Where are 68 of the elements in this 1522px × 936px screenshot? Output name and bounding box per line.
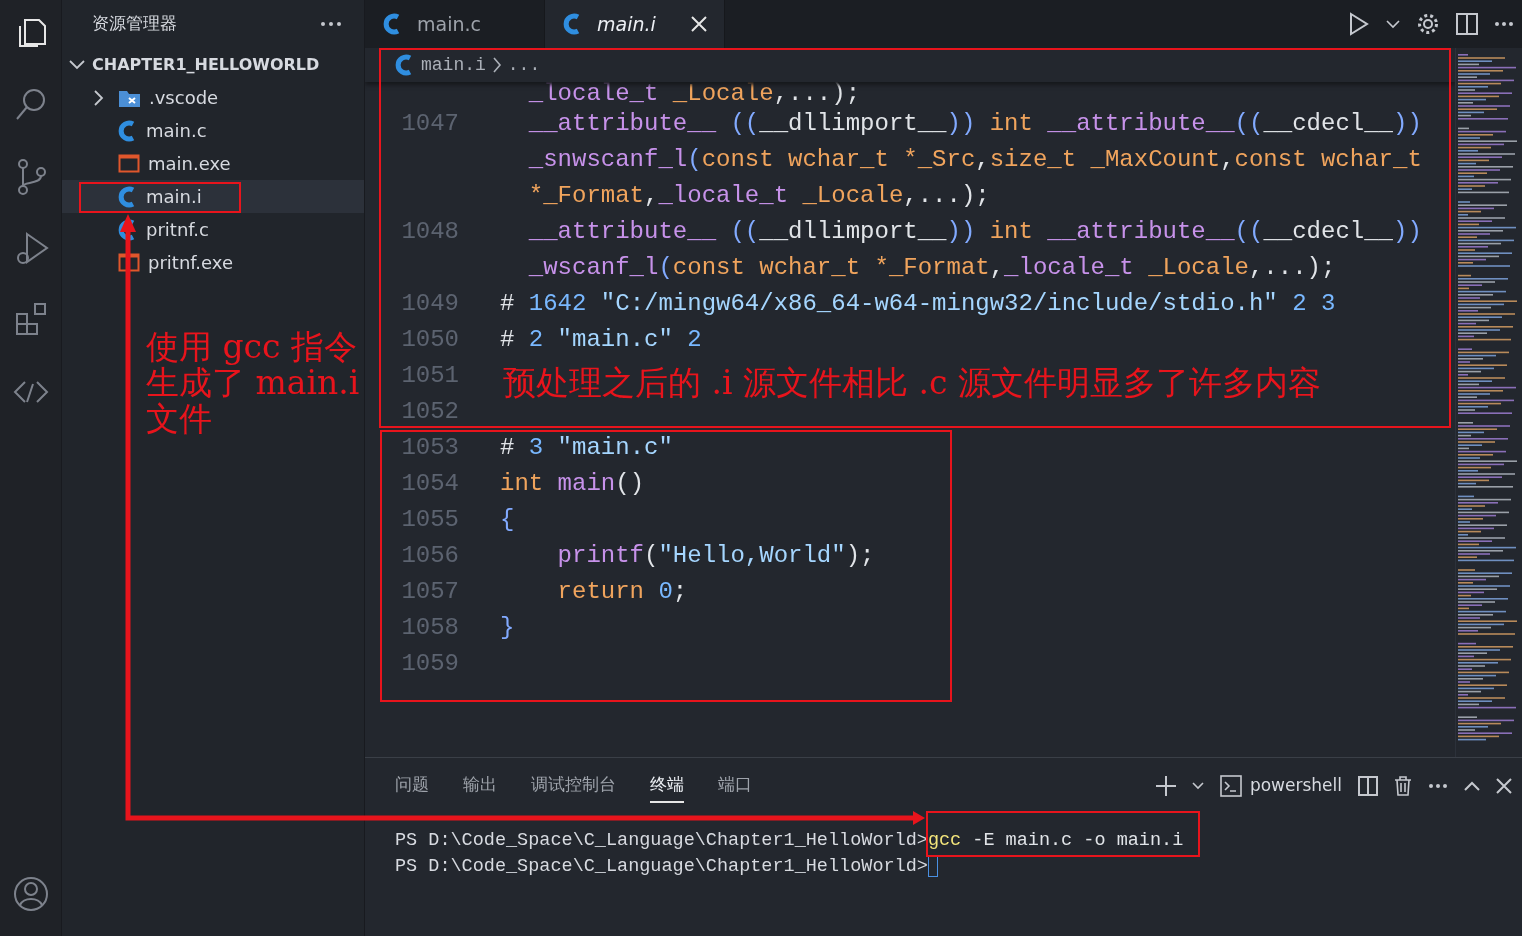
code-line: # 1642 "C:/mingw64/x86_64-w64-mingw32/include/stdio.h" 2 3: [500, 289, 1336, 319]
line-number: 1047: [400, 109, 459, 139]
code-line: _snwscanf_l(const wchar_t *_Src,size_t _MaxCount,const wchar_t: [527, 145, 1422, 175]
code-line: __attribute__ ((__dllimport__)) int __attribute__((__cdecl__)): [527, 217, 1422, 247]
code-line: *_Format,_locale_t _Locale,...);: [527, 181, 990, 211]
settings-icon[interactable]: [1416, 12, 1440, 36]
panel-tab[interactable]: 输出: [463, 769, 497, 803]
line-number: 1053: [400, 433, 459, 463]
line-number: 1058: [400, 613, 459, 643]
line-number: 1054: [400, 469, 459, 499]
line-number: 1057: [400, 577, 459, 607]
add-icon[interactable]: [1155, 776, 1176, 796]
panel-tab[interactable]: 终端: [650, 769, 684, 803]
sidebar-title: 资源管理器: [92, 12, 177, 36]
window-icon: [118, 153, 140, 174]
close-icon[interactable]: [690, 15, 708, 33]
folder-name: CHAPTER1_HELLOWORLD: [92, 53, 320, 76]
terminal-command: gcc -E main.c -o main.i: [927, 830, 1184, 851]
annotation-text: 使用 gcc 指令 生成了 main.i 文件: [146, 329, 360, 437]
line-number: 1055: [400, 505, 459, 535]
line-number: 1052: [400, 397, 459, 427]
file-tree-item[interactable]: main.exe: [62, 147, 364, 180]
code-line: }: [500, 613, 515, 643]
line-number: 1051: [400, 361, 459, 391]
line-number: 1059: [400, 649, 459, 679]
chevron-icon: [491, 56, 502, 74]
code-line: # 3 "main.c": [500, 433, 673, 463]
file-tree-item[interactable]: pritnf.c: [62, 213, 364, 246]
line-number: 1056: [400, 541, 459, 571]
code-line: __attribute__ ((__dllimport__)) int __attribute__((__cdecl__)): [527, 109, 1422, 139]
line-number: 1048: [400, 217, 459, 247]
run-icon[interactable]: [1348, 12, 1370, 36]
more-icon[interactable]: [1494, 20, 1514, 28]
panel-tab[interactable]: 调试控制台: [531, 769, 616, 803]
close-icon[interactable]: [1496, 778, 1512, 794]
split-editor-icon[interactable]: [1456, 13, 1478, 35]
terminal-prompt: PS D:\Code_Space\C_Language\Chapter1_HelloWorld>: [395, 830, 928, 851]
line-number: 1050: [400, 325, 459, 355]
shell-selector[interactable]: powershell: [1219, 773, 1342, 799]
breadcrumb-item[interactable]: ...: [507, 51, 541, 79]
terminal-icon: [1219, 775, 1242, 797]
chevron-up-icon[interactable]: [1464, 780, 1480, 792]
code-line: {: [500, 505, 515, 535]
more-icon[interactable]: [320, 19, 342, 29]
terminal-prompt: PS D:\Code_Space\C_Language\Chapter1_HelloWorld>: [395, 856, 928, 877]
panel-tab[interactable]: 端口: [718, 769, 752, 803]
chevron-icon[interactable]: [1191, 782, 1204, 790]
chevron-icon[interactable]: [1386, 19, 1400, 29]
editor-tab[interactable]: main.i: [545, 0, 725, 48]
code-line: int main(): [500, 469, 645, 499]
folder-header[interactable]: CHAPTER1_HELLOWORLD: [62, 48, 364, 81]
file-tree-item[interactable]: pritnf.exe: [62, 246, 364, 279]
code-line: return 0;: [556, 577, 688, 607]
split-icon[interactable]: [1358, 776, 1378, 796]
panel-tab[interactable]: 问题: [395, 769, 429, 803]
line-number: 1049: [400, 289, 459, 319]
code-line: _wscanf_l(const wchar_t *_Format,_locale_t _Locale,...);: [527, 253, 1336, 283]
breadcrumb-item[interactable]: main.i: [421, 51, 486, 79]
trash-icon[interactable]: [1394, 776, 1412, 796]
code-line: # 2 "main.c" 2: [500, 325, 702, 355]
code-line: printf("Hello,World");: [556, 541, 875, 571]
file-tree-item[interactable]: .vscode: [62, 81, 364, 114]
more-icon[interactable]: [1428, 782, 1448, 790]
window-icon: [118, 252, 140, 273]
annotation-text: 预处理之后的 .i 源文件相比 .c 源文件明显多了许多内容: [503, 365, 1321, 401]
code-line: _locale_t _Locale,...);: [527, 82, 861, 106]
file-tree-item[interactable]: main.i: [62, 180, 364, 213]
file-tree-item[interactable]: main.c: [62, 114, 364, 147]
